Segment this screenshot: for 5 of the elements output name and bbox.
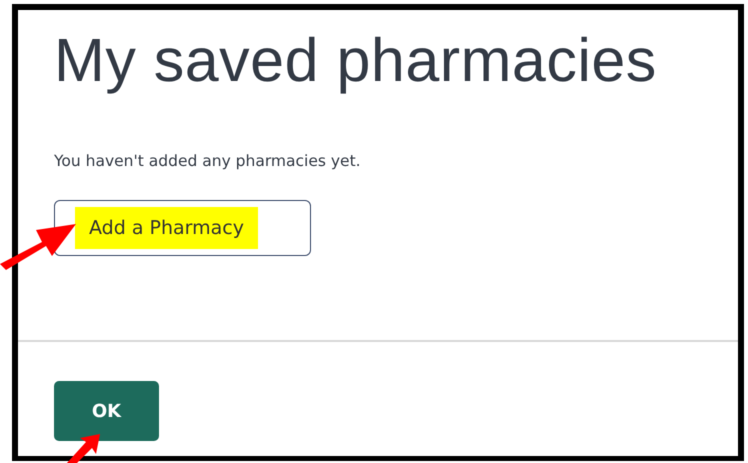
page-title: My saved pharmacies	[54, 25, 657, 96]
empty-message: You haven't added any pharmacies yet.	[54, 152, 361, 170]
ok-button[interactable]: OK	[54, 381, 159, 441]
highlighter-mark: Add a Pharmacy	[75, 207, 258, 249]
add-pharmacy-button[interactable]: Add a Pharmacy	[54, 200, 311, 256]
